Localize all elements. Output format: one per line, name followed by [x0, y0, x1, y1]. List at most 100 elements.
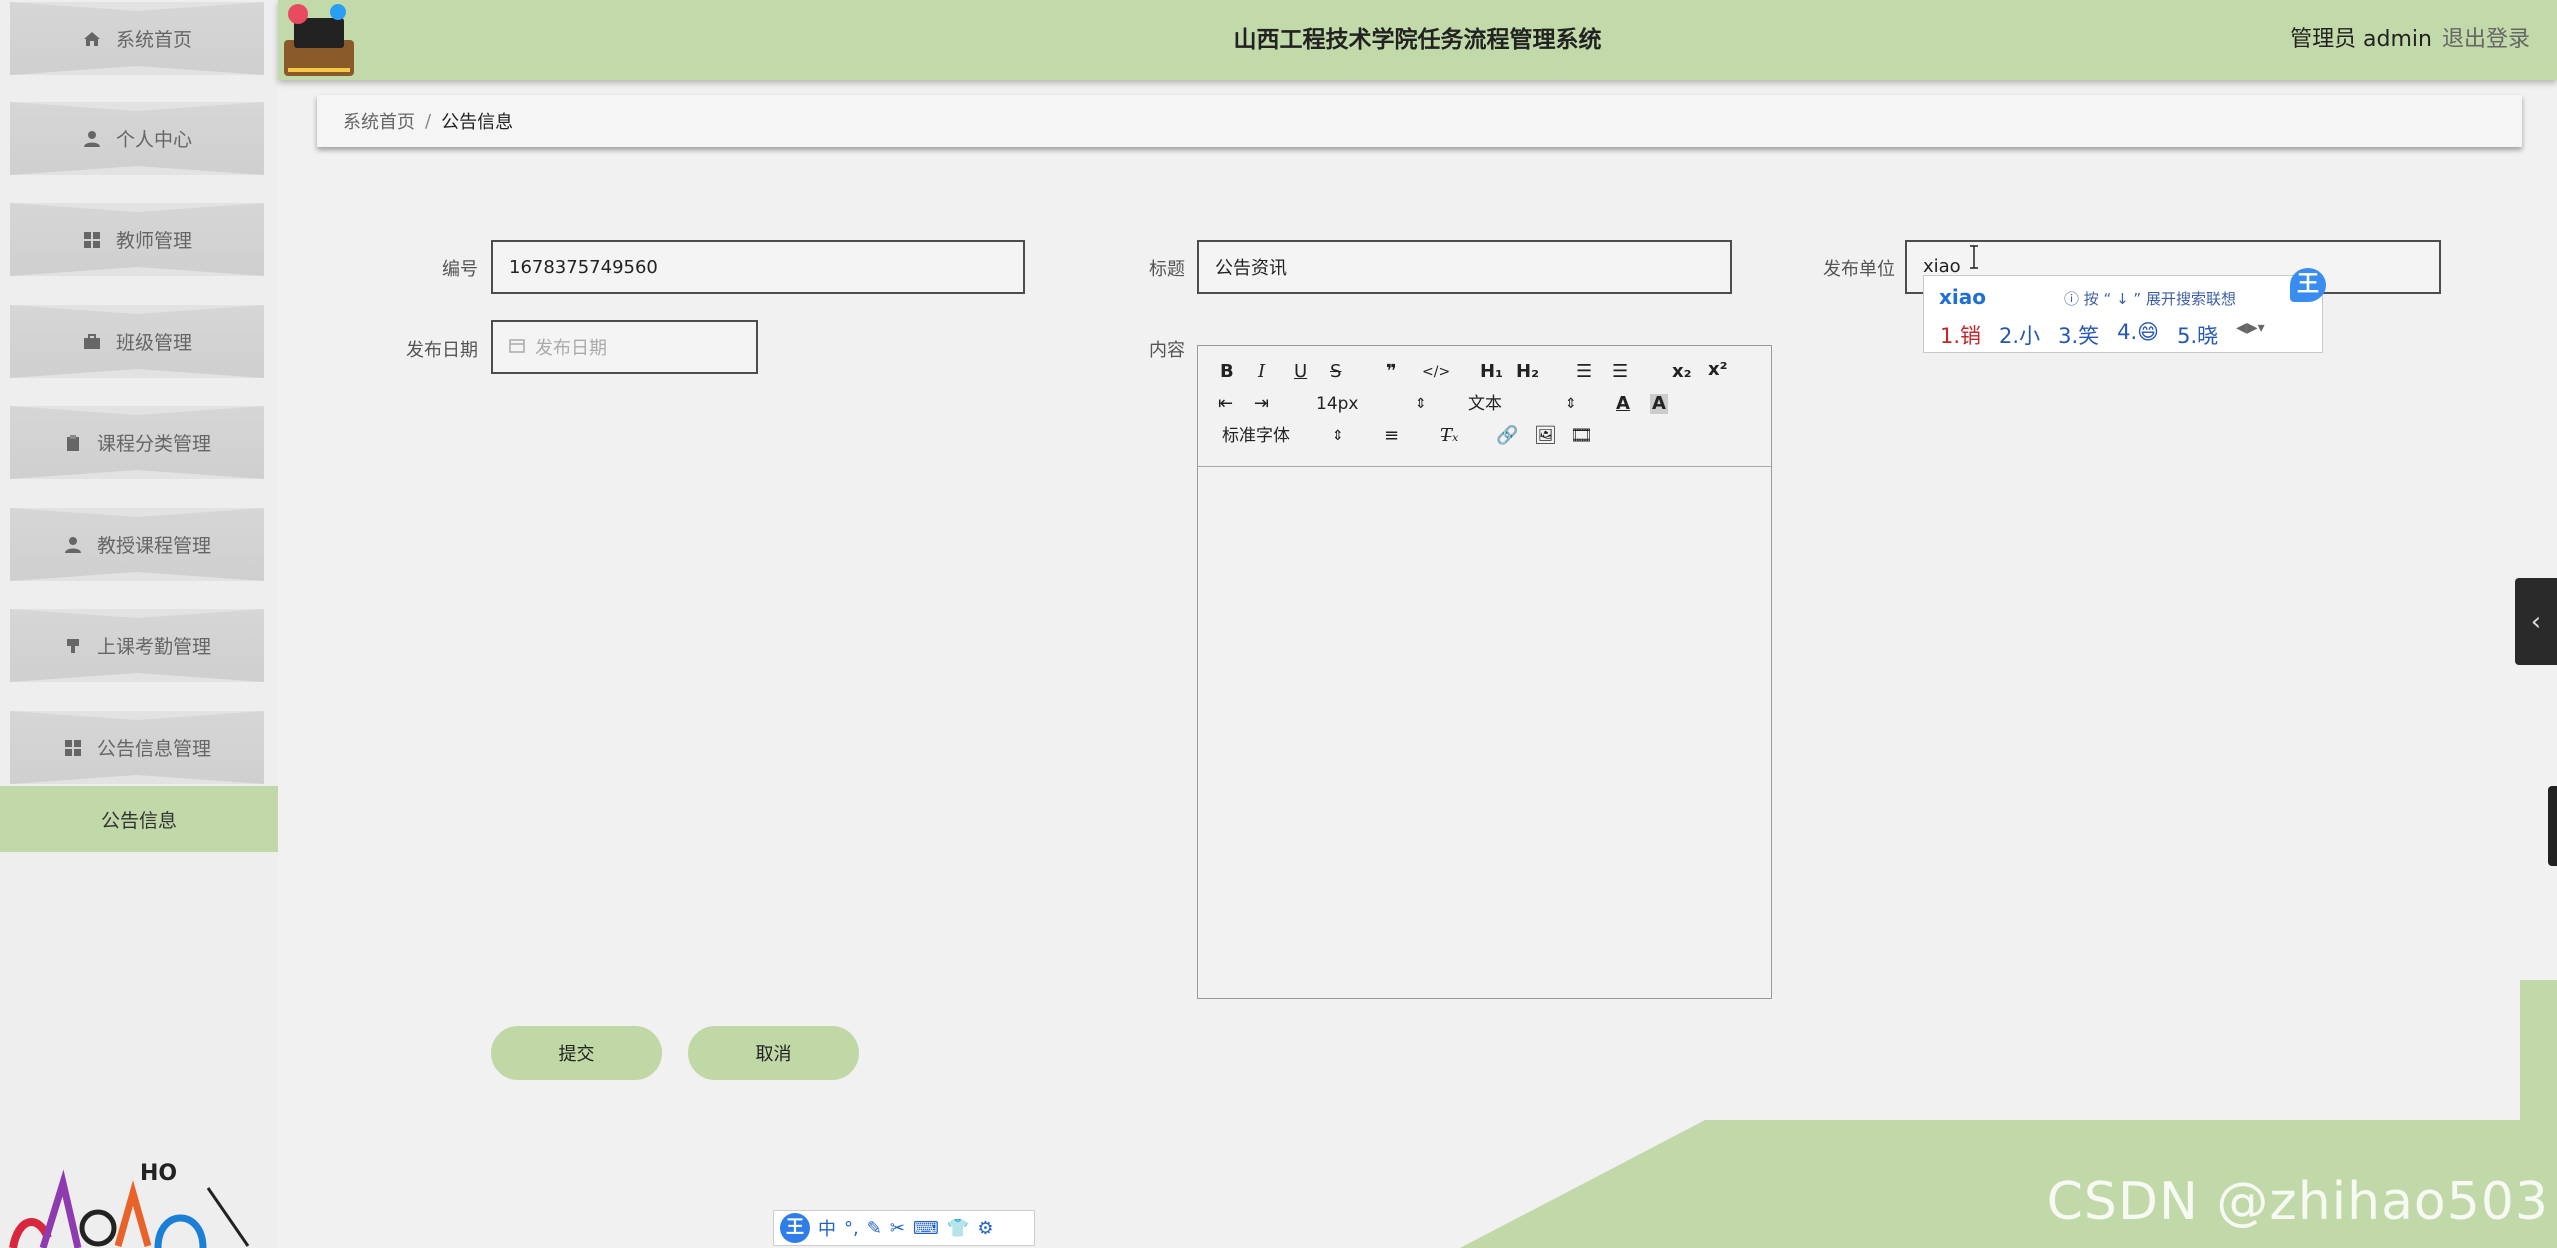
ime-scissors-icon[interactable]: ✂ [890, 1218, 905, 1239]
indent-icon[interactable]: ⇥ [1254, 394, 1269, 414]
rich-text-editor: B I U S ❞ </> H₁ H₂ ☰ ☰ x₂ x² ⇤ ⇥ 14px ⇕… [1197, 345, 1772, 999]
publish-date-label: 发布日期 [406, 340, 478, 361]
home-icon [82, 29, 102, 49]
briefcase-icon [82, 332, 102, 352]
ime-candidates: 1.销 2.小 3.笑 4.😄 5.晓 ◀▶▾ [1940, 320, 2265, 350]
sidebar-item-label: 课程分类管理 [96, 433, 211, 455]
edge-tab[interactable] [2548, 786, 2557, 866]
clipboard-icon [63, 433, 83, 453]
bullet-list-icon[interactable]: ☰ [1612, 362, 1628, 382]
sidebar-logo-illustration: HO [9, 1161, 250, 1248]
publish-date-field[interactable]: 发布日期 [491, 320, 758, 374]
sidebar-item-announcement-management[interactable]: 公告信息管理 [10, 711, 264, 784]
title-field[interactable]: 公告资讯 [1197, 240, 1732, 294]
watermark: CSDN @zhihao503 [2046, 1172, 2549, 1232]
breadcrumb-current: 公告信息 [441, 112, 514, 133]
sidebar-item-attendance-management[interactable]: 上课考勤管理 [10, 609, 264, 682]
ime-hint-text: 按 “ ↓ ” 展开搜索联想 [2083, 290, 2236, 308]
ime-skin-icon[interactable]: 👕 [947, 1218, 969, 1239]
sidebar: 系统首页 个人中心 教师管理 班级管理 课程分类管理 教授课程管理 上课考勤管理… [0, 0, 278, 1248]
sidebar-item-teaching-course-management[interactable]: 教授课程管理 [10, 508, 264, 581]
editor-content-area[interactable] [1198, 467, 1771, 998]
sidebar-item-label: 教师管理 [115, 230, 192, 252]
font-size-select[interactable]: 14px [1316, 394, 1358, 414]
ime-chinese-mode-icon[interactable]: 中 [818, 1215, 836, 1241]
code-icon[interactable]: </> [1422, 362, 1450, 382]
h2-button[interactable]: H₂ [1516, 362, 1539, 382]
link-icon[interactable]: 🔗 [1496, 426, 1518, 446]
video-icon[interactable]: 🎞 [1570, 426, 1593, 446]
sidebar-item-label: 公告信息管理 [96, 738, 211, 760]
collapse-panel-button[interactable]: ‹ [2515, 578, 2557, 665]
bold-button[interactable]: B [1220, 362, 1234, 382]
strikethrough-button[interactable]: S [1330, 362, 1341, 382]
clear-format-icon[interactable]: T̶ₓ [1440, 426, 1458, 446]
grid-icon [63, 738, 83, 758]
user-icon [63, 535, 83, 555]
sidebar-item-label: 系统首页 [115, 29, 192, 51]
ime-page-arrows-icon[interactable]: ◀▶▾ [2236, 320, 2265, 350]
ordered-list-icon[interactable]: ☰ [1576, 362, 1592, 382]
h1-button[interactable]: H₁ [1480, 362, 1503, 382]
ime-hint: ⓘ 按 “ ↓ ” 展开搜索联想 [2064, 290, 2236, 308]
ime-candidate[interactable]: 2.小 [1999, 320, 2040, 350]
calendar-icon [509, 337, 525, 358]
font-color-icon[interactable]: A [1616, 394, 1630, 414]
font-family-select[interactable]: 标准字体 [1222, 426, 1290, 446]
ime-settings-icon[interactable]: ⚙ [977, 1218, 993, 1239]
sidebar-item-home[interactable]: 系统首页 [10, 2, 264, 75]
ime-candidate[interactable]: 3.笑 [2058, 320, 2099, 350]
submit-button[interactable]: 提交 [491, 1026, 662, 1080]
sidebar-item-label: 个人中心 [115, 129, 192, 151]
breadcrumb-separator: / [425, 110, 432, 132]
ime-keyboard-icon[interactable]: ⌨ [913, 1218, 939, 1239]
app-title: 山西工程技术学院任务流程管理系统 [1233, 27, 1602, 53]
ime-candidate[interactable]: 5.晓 [2177, 320, 2218, 350]
stamp-icon [63, 636, 83, 656]
text-cursor-icon [1970, 245, 1978, 269]
font-family-chevron-icon: ⇕ [1332, 428, 1344, 444]
sidebar-item-label: 教授课程管理 [96, 535, 211, 557]
ime-candidate[interactable]: 1.销 [1940, 320, 1981, 350]
chevron-left-icon: ‹ [2530, 606, 2542, 637]
outdent-icon[interactable]: ⇤ [1218, 394, 1233, 414]
ime-logo-icon: 王 [2290, 268, 2326, 302]
user-icon [82, 129, 102, 149]
italic-button[interactable]: I [1258, 362, 1265, 382]
title-label: 标题 [1149, 259, 1185, 280]
publish-date-placeholder: 发布日期 [535, 338, 607, 359]
editor-toolbar: B I U S ❞ </> H₁ H₂ ☰ ☰ x₂ x² ⇤ ⇥ 14px ⇕… [1198, 346, 1771, 467]
breadcrumb-home[interactable]: 系统首页 [343, 108, 415, 134]
ime-handwrite-icon[interactable]: ✎ [867, 1218, 882, 1239]
cancel-button[interactable]: 取消 [688, 1026, 859, 1080]
content-label: 内容 [1149, 340, 1185, 361]
sidebar-subitem-announcement[interactable]: 公告信息 [0, 786, 278, 852]
sidebar-item-label: 班级管理 [115, 332, 192, 354]
logout-link[interactable]: 退出登录 [2442, 0, 2530, 80]
publisher-label: 发布单位 [1823, 259, 1895, 280]
ime-punctuation-icon[interactable]: °, [844, 1218, 859, 1239]
align-icon[interactable]: ≡ [1384, 426, 1399, 446]
top-header: 山西工程技术学院任务流程管理系统 管理员 admin 退出登录 [278, 0, 2557, 80]
block-format-chevron-icon: ⇕ [1565, 396, 1577, 412]
block-format-select[interactable]: 文本 [1468, 394, 1502, 414]
current-user: 管理员 admin [2290, 27, 2432, 52]
grid-icon [82, 230, 102, 250]
background-color-icon[interactable]: A [1650, 394, 1668, 414]
superscript-icon[interactable]: x² [1708, 360, 1728, 380]
font-size-chevron-icon: ⇕ [1415, 396, 1427, 412]
image-icon[interactable]: 🖼 [1534, 426, 1557, 446]
sidebar-item-class-management[interactable]: 班级管理 [10, 305, 264, 378]
underline-button[interactable]: U [1294, 362, 1307, 382]
quote-icon[interactable]: ❞ [1386, 362, 1397, 382]
ime-logo-icon[interactable]: 王 [780, 1213, 810, 1243]
id-field[interactable]: 1678375749560 [491, 240, 1025, 294]
ime-candidate-popup: xiao ⓘ 按 “ ↓ ” 展开搜索联想 1.销 2.小 3.笑 4.😄 5.… [1923, 268, 2326, 353]
sidebar-item-label: 上课考勤管理 [96, 636, 211, 658]
sidebar-item-course-category-management[interactable]: 课程分类管理 [10, 406, 264, 479]
ime-candidate[interactable]: 4.😄 [2117, 320, 2159, 350]
breadcrumb: 系统首页 / 公告信息 [317, 95, 2522, 147]
sidebar-item-teacher-management[interactable]: 教师管理 [10, 203, 264, 276]
sidebar-item-personal-center[interactable]: 个人中心 [10, 102, 264, 175]
subscript-icon[interactable]: x₂ [1672, 362, 1692, 382]
